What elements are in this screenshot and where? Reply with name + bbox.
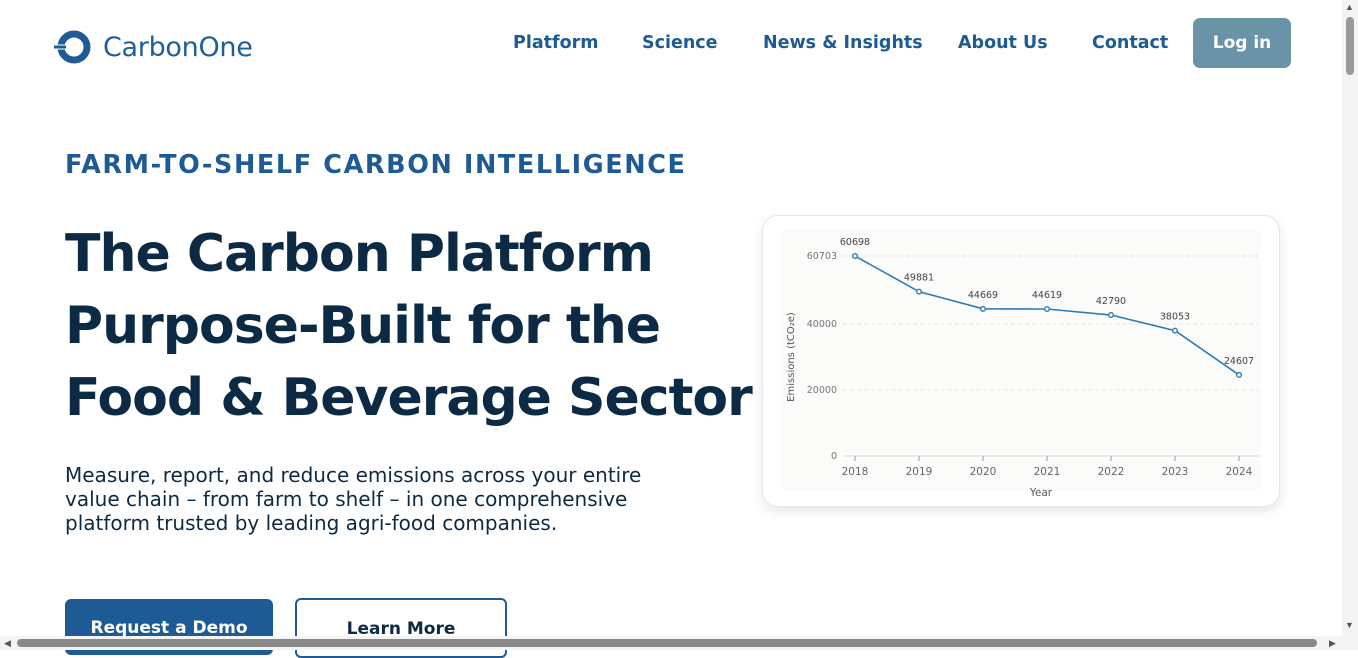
brand-logo[interactable]: CarbonOne	[54, 27, 253, 67]
data-label: 60698	[840, 237, 870, 248]
data-point	[1236, 371, 1243, 378]
x-tick-label: 2022	[1098, 466, 1125, 478]
data-point	[1172, 327, 1179, 334]
x-tick-label: 2019	[906, 466, 933, 478]
brand-name: CarbonOne	[103, 31, 253, 63]
y-axis-label: Emissions (tCO₂e)	[786, 312, 797, 402]
nav-platform[interactable]: Platform	[513, 18, 599, 68]
horizontal-scroll-thumb[interactable]	[17, 639, 1317, 647]
data-point	[1108, 312, 1115, 319]
emissions-line-chart: 0 20000 40000 60703 2018 2019 2020 2021 2022 2023…	[781, 230, 1261, 499]
data-point	[851, 253, 858, 260]
data-point	[979, 305, 986, 312]
x-tick-label: 2023	[1162, 466, 1189, 478]
vertical-scroll-thumb[interactable]	[1346, 17, 1354, 75]
y-tick-label: 20000	[807, 385, 837, 396]
data-label: 24607	[1224, 356, 1254, 367]
headline-line-3: Food & Beverage Sector	[65, 368, 753, 428]
vertical-scrollbar[interactable]: ▲ ▼	[1342, 0, 1358, 636]
x-tick-label: 2024	[1226, 466, 1253, 478]
emissions-chart-card: 0 20000 40000 60703 2018 2019 2020 2021 2022 2023…	[762, 215, 1280, 507]
y-tick-label: 0	[831, 451, 837, 462]
headline-line-2: Purpose-Built for the	[65, 296, 661, 356]
data-label: 44619	[1032, 290, 1062, 301]
horizontal-scrollbar[interactable]: ◀ ▶	[0, 636, 1342, 650]
scroll-right-icon[interactable]: ▶	[1329, 638, 1336, 648]
data-label: 42790	[1096, 296, 1126, 307]
data-point	[915, 288, 922, 295]
login-button[interactable]: Log in	[1193, 18, 1291, 68]
nav-contact[interactable]: Contact	[1092, 18, 1168, 68]
nav-science[interactable]: Science	[642, 18, 718, 68]
scroll-up-icon[interactable]: ▲	[1345, 2, 1354, 12]
plot-background	[781, 230, 1261, 490]
data-point	[1044, 305, 1051, 312]
x-tick-label: 2021	[1034, 466, 1061, 478]
nav-news-insights[interactable]: News & Insights	[763, 18, 923, 68]
scrollbar-corner	[1342, 636, 1358, 650]
data-label: 44669	[968, 290, 998, 301]
y-tick-label: 40000	[807, 319, 837, 330]
carbonone-logo-icon	[54, 30, 91, 64]
y-tick-label: 60703	[807, 251, 837, 262]
nav-about-us[interactable]: About Us	[958, 18, 1048, 68]
scroll-down-icon[interactable]: ▼	[1345, 620, 1354, 630]
scroll-left-icon[interactable]: ◀	[4, 638, 11, 648]
data-label: 49881	[904, 273, 934, 284]
x-tick-label: 2018	[842, 466, 869, 478]
hero-eyebrow: FARM-TO-SHELF CARBON INTELLIGENCE	[65, 150, 687, 180]
x-axis-label: Year	[1029, 487, 1053, 499]
headline-line-1: The Carbon Platform	[65, 224, 654, 284]
hero-subtext: Measure, report, and reduce emissions ac…	[65, 463, 642, 535]
x-tick-label: 2020	[970, 466, 997, 478]
hero-headline: The Carbon Platform Purpose-Built for th…	[65, 218, 753, 434]
data-label: 38053	[1160, 312, 1190, 323]
